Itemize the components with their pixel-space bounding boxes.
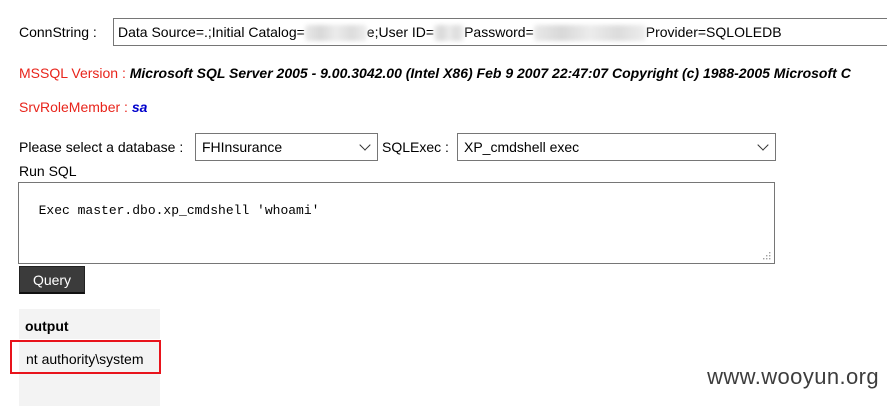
resize-grip-icon[interactable] <box>761 250 771 260</box>
connstring-part-2: e;User ID= <box>366 24 435 40</box>
role-value: sa <box>131 99 148 115</box>
highlight-box <box>10 340 161 374</box>
database-label: Please select a database : <box>19 139 184 155</box>
watermark: www.wooyun.org <box>707 364 879 389</box>
chevron-down-icon <box>757 139 769 151</box>
connstring-part-4: Provider=SQLOLEDB <box>645 24 782 40</box>
redacted-userid <box>434 25 465 42</box>
version-label: MSSQL Version : <box>19 65 126 81</box>
version-value: Microsoft SQL Server 2005 - 9.00.3042.00… <box>129 65 851 81</box>
run-sql-label: Run SQL <box>19 163 77 179</box>
output-header: output <box>25 318 69 334</box>
version-line: MSSQL Version : Microsoft SQL Server 200… <box>19 65 851 81</box>
redacted-catalog <box>304 25 367 42</box>
role-label: SrvRoleMember : <box>19 99 128 115</box>
sqlexec-selected: XP_cmdshell exec <box>464 139 580 155</box>
redacted-password <box>533 25 646 42</box>
chevron-down-icon <box>359 139 371 151</box>
database-selected: FHInsurance <box>202 139 283 155</box>
connstring-part-1: Data Source=.;Initial Catalog= <box>118 24 305 40</box>
connstring-label: ConnString : <box>19 24 97 40</box>
sqlexec-select[interactable]: XP_cmdshell exec <box>457 133 776 161</box>
connstring-input[interactable]: Data Source=.;Initial Catalog= e;User ID=… <box>113 18 887 46</box>
role-line: SrvRoleMember : sa <box>19 99 147 115</box>
database-select[interactable]: FHInsurance <box>195 133 378 161</box>
sql-textarea[interactable]: Exec master.dbo.xp_cmdshell 'whoami' <box>18 182 775 264</box>
sqlexec-label: SQLExec : <box>382 139 449 155</box>
query-button[interactable]: Query <box>19 266 85 294</box>
sql-text: Exec master.dbo.xp_cmdshell 'whoami' <box>38 203 320 218</box>
connstring-part-3: Password= <box>464 24 534 40</box>
